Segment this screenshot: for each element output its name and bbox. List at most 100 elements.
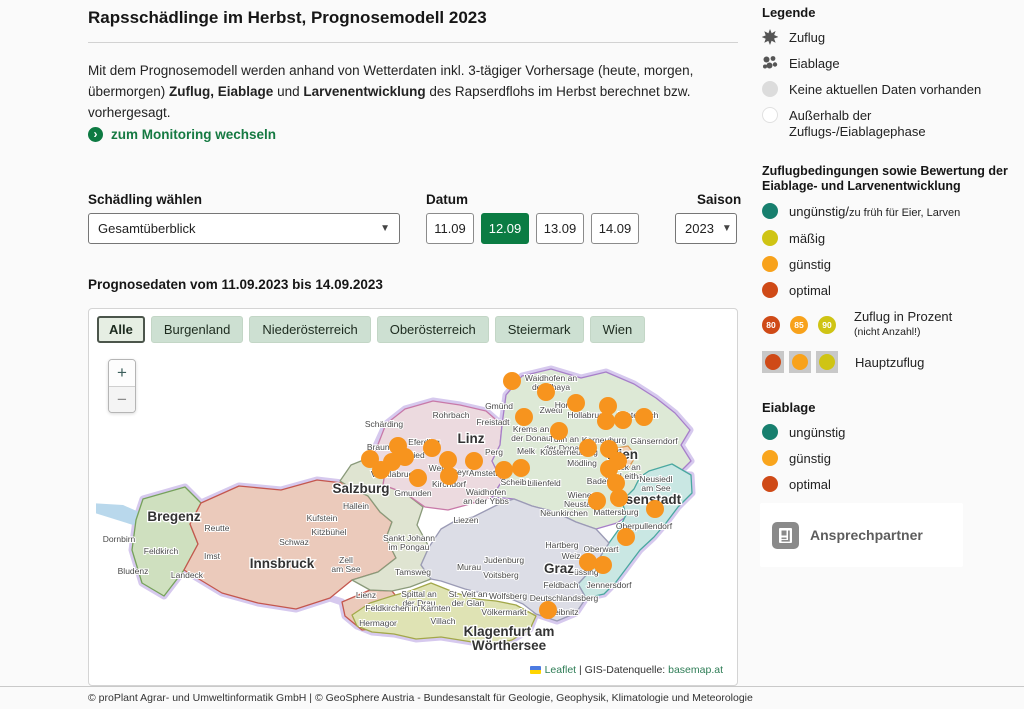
zoom-in-button[interactable]: +	[109, 360, 135, 386]
condition-legend-item: mäßig	[762, 230, 1016, 247]
legend-item-label: Keine aktuellen Daten vorhanden	[789, 81, 981, 98]
season-select[interactable]: 2023 ▼	[675, 213, 737, 244]
condition-legend-item: optimal	[762, 282, 1016, 299]
region-tab-wien[interactable]: Wien	[590, 316, 646, 343]
pest-select-value: Gesamtüberblick	[98, 221, 196, 236]
map-marker[interactable]	[396, 448, 414, 466]
footer-copyright: © proPlant Agrar- und Umweltinformatik G…	[88, 692, 753, 704]
map-city-label: Hallein	[343, 501, 369, 511]
map-city-label: Gänserndorf	[630, 436, 678, 446]
date-button-11.09[interactable]: 11.09	[426, 213, 474, 244]
ukraine-flag-icon	[530, 666, 541, 674]
map-marker[interactable]	[614, 411, 632, 429]
map-city-label: Feldkirchen in Kärnten	[365, 603, 450, 613]
map-marker[interactable]	[635, 408, 653, 426]
map-city-label: Krems ander Donau	[511, 424, 551, 443]
legend-item-label: Außerhalb der Zuflugs-/Eiablagephase	[789, 107, 926, 140]
map-marker[interactable]	[440, 467, 458, 485]
map-city-label: Salzburg	[332, 481, 389, 496]
region-tab-alle[interactable]: Alle	[97, 316, 145, 343]
map-marker[interactable]	[423, 439, 441, 457]
map-marker[interactable]	[409, 469, 427, 487]
map-city-label: Sankt Johannim Pongau	[383, 533, 435, 552]
map-marker[interactable]	[539, 601, 557, 619]
date-button-14.09[interactable]: 14.09	[591, 213, 639, 244]
chevron-down-icon: ▼	[380, 223, 390, 234]
map-marker[interactable]	[610, 489, 628, 507]
map-marker[interactable]	[617, 528, 635, 546]
map-marker[interactable]	[579, 553, 597, 571]
date-group-label: Datum	[426, 192, 468, 207]
map-city-label: Waidhofenan der Ybbs	[463, 487, 509, 506]
eiablage-legend-item: günstig	[762, 450, 1016, 467]
region-tab-burgenland[interactable]: Burgenland	[151, 316, 244, 343]
season-select-label: Saison	[697, 192, 741, 207]
map-city-label: Mödling	[567, 458, 597, 468]
map-marker[interactable]	[465, 452, 483, 470]
monitoring-link[interactable]: › zum Monitoring wechseln	[88, 127, 276, 142]
legend-item: Keine aktuellen Daten vorhanden	[762, 81, 1016, 98]
legend-item-label: Eiablage	[789, 55, 840, 72]
map-city-label: Lilienfeld	[527, 478, 561, 488]
legend-basic-list: ZuflugEiablageKeine aktuellen Daten vorh…	[762, 29, 1016, 140]
legend-item: Außerhalb der Zuflugs-/Eiablagephase	[762, 107, 1016, 140]
map-marker[interactable]	[607, 474, 625, 492]
map-city-label: Innsbruck	[250, 556, 315, 571]
hauptzuflug-swatch	[762, 351, 784, 373]
pest-select[interactable]: Gesamtüberblick ▼	[88, 213, 400, 244]
legend-item: Eiablage	[762, 55, 1016, 72]
austria-map-svg: BregenzDornbirnFeldkirchBludenzReutteIms…	[96, 353, 730, 679]
map-zoom-control: + −	[108, 359, 136, 413]
map-marker[interactable]	[646, 500, 664, 518]
eiablage-label: ungünstig	[789, 424, 845, 441]
map-city-label: Bludenz	[118, 566, 149, 576]
region-tab-oberösterreich[interactable]: Oberösterreich	[377, 316, 489, 343]
footer-divider	[0, 686, 1024, 687]
map-marker[interactable]	[588, 492, 606, 510]
map-city-label: Villach	[431, 616, 456, 626]
map-marker[interactable]	[439, 451, 457, 469]
map-city-label: Oberwart	[584, 544, 620, 554]
map-marker[interactable]	[503, 372, 521, 390]
region-tab-niederösterreich[interactable]: Niederösterreich	[249, 316, 370, 343]
zoom-out-button[interactable]: −	[109, 386, 135, 412]
chevron-right-icon: ›	[88, 127, 103, 142]
map-city-label: Neusiedlam See	[639, 474, 672, 493]
leaflet-link[interactable]: Leaflet	[545, 664, 577, 676]
monitoring-link-label: zum Monitoring wechseln	[111, 127, 276, 142]
map-marker[interactable]	[515, 408, 533, 426]
condition-circle-icon	[762, 230, 778, 246]
basemap-link[interactable]: basemap.at	[668, 664, 723, 676]
eiablage-legend-item: ungünstig	[762, 424, 1016, 441]
map-city-label: Voitsberg	[483, 570, 519, 580]
condition-circle-icon	[762, 203, 778, 219]
austria-map[interactable]: BregenzDornbirnFeldkirchBludenzReutteIms…	[96, 351, 730, 679]
map-marker[interactable]	[597, 412, 615, 430]
map-city-label: Landeck	[171, 570, 204, 580]
map-city-label: Gmünd	[485, 401, 513, 411]
map-city-label: Hartberg	[545, 540, 578, 550]
eiablage-legend-item: optimal	[762, 476, 1016, 493]
map-marker[interactable]	[567, 394, 585, 412]
map-city-label: Schwaz	[279, 537, 309, 547]
date-button-12.09[interactable]: 12.09	[481, 213, 529, 244]
date-button-13.09[interactable]: 13.09	[536, 213, 584, 244]
eiablage-label: günstig	[789, 450, 831, 467]
eiablage-circle-icon	[762, 476, 778, 492]
map-marker[interactable]	[512, 459, 530, 477]
map-city-label: Feldkirch	[144, 546, 179, 556]
percent-circles: 808590	[762, 316, 836, 334]
map-marker[interactable]	[579, 439, 597, 457]
map-marker[interactable]	[537, 383, 555, 401]
forecast-heading: Prognosedaten vom 11.09.2023 bis 14.09.2…	[88, 277, 383, 292]
hauptzuflug-swatch	[789, 351, 811, 373]
legend-circle-icon	[762, 107, 778, 123]
map-city-label: Feldbach	[544, 580, 579, 590]
region-tab-steiermark[interactable]: Steiermark	[495, 316, 584, 343]
contact-card[interactable]: Ansprechpartner	[760, 503, 963, 567]
map-marker[interactable]	[495, 461, 513, 479]
map-card: AlleBurgenlandNiederösterreich Oberösterr…	[88, 308, 738, 686]
map-marker[interactable]	[550, 422, 568, 440]
map-marker[interactable]	[594, 556, 612, 574]
region-tabs: AlleBurgenlandNiederösterreich Oberösterr…	[97, 316, 645, 343]
